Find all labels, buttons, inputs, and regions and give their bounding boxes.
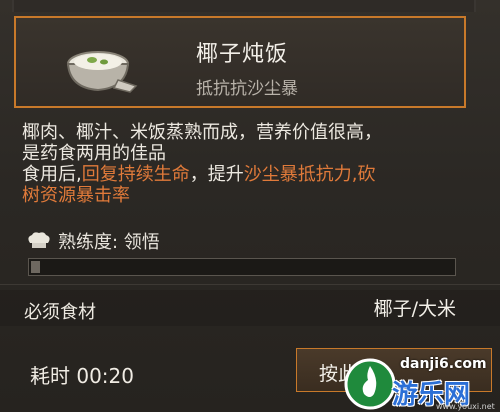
desc-highlight-heal: 回复持续生命 bbox=[81, 164, 190, 185]
desc-line-4: 树资源暴击率 bbox=[22, 185, 482, 206]
desc-line-2: 是药食两用的佳品 bbox=[22, 143, 166, 164]
item-subtitle: 抵抗抗沙尘暴 bbox=[196, 79, 298, 99]
watermark-url: danji6.com bbox=[400, 356, 487, 372]
divider bbox=[0, 284, 500, 285]
watermark-small: www.youxi.net bbox=[436, 402, 495, 411]
recipe-detail-panel: 椰子炖饭 抵抗抗沙尘暴 椰肉、椰汁、米饭蒸熟而成，营养价值很高， 是药食两用的佳… bbox=[0, 0, 500, 412]
item-name: 椰子炖饭 bbox=[196, 42, 289, 67]
ingredients-row: 必须食材 椰子/大米 bbox=[0, 290, 500, 326]
chef-hat-icon bbox=[28, 232, 50, 248]
desc-line-1: 椰肉、椰汁、米饭蒸熟而成，营养价值很高， bbox=[22, 122, 382, 143]
desc-line-3-prefix: 食用后, bbox=[22, 164, 82, 185]
desc-line-3: 食用后,回复持续生命，提升沙尘暴抵抗力,砍 bbox=[22, 164, 482, 185]
desc-highlight-crit: 树资源暴击率 bbox=[22, 185, 130, 206]
desc-line-3-mid: ，提升 bbox=[189, 164, 244, 185]
ingredients-value: 椰子/大米 bbox=[373, 298, 456, 320]
proficiency-bar bbox=[28, 258, 456, 276]
item-description: 椰肉、椰汁、米饭蒸熟而成，营养价值很高， 是药食两用的佳品 食用后,回复持续生命… bbox=[22, 122, 482, 206]
item-card: 椰子炖饭 抵抗抗沙尘暴 bbox=[14, 16, 466, 108]
desc-highlight-sandstorm: 沙尘暴抵抗力,砍 bbox=[243, 164, 376, 185]
proficiency-row: 熟练度: 领悟 bbox=[26, 228, 160, 254]
proficiency-label: 熟练度: 领悟 bbox=[58, 232, 160, 253]
top-strip bbox=[12, 0, 476, 12]
rice-bowl-icon bbox=[66, 51, 138, 93]
cook-time: 耗时 00:20 bbox=[30, 364, 134, 388]
ingredients-label: 必须食材 bbox=[24, 302, 96, 323]
proficiency-bar-fill bbox=[31, 261, 40, 273]
